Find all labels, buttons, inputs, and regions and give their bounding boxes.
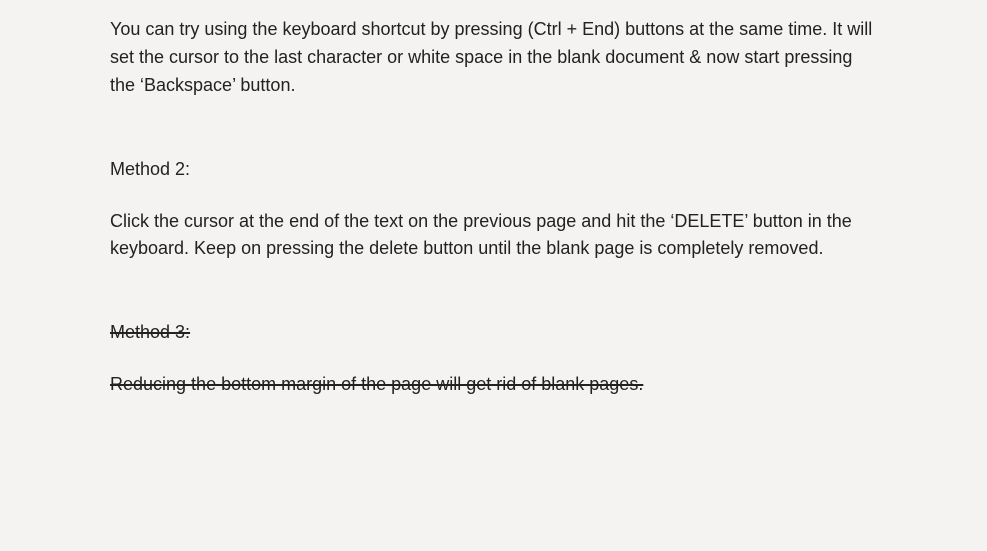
intro-paragraph: You can try using the keyboard shortcut … <box>110 16 877 100</box>
method-3-body: Reducing the bottom margin of the page w… <box>110 371 877 399</box>
method-3-heading: Method 3: <box>110 319 877 347</box>
article-content: You can try using the keyboard shortcut … <box>0 0 987 399</box>
method-2-heading: Method 2: <box>110 156 877 184</box>
method-2-body: Click the cursor at the end of the text … <box>110 208 877 264</box>
